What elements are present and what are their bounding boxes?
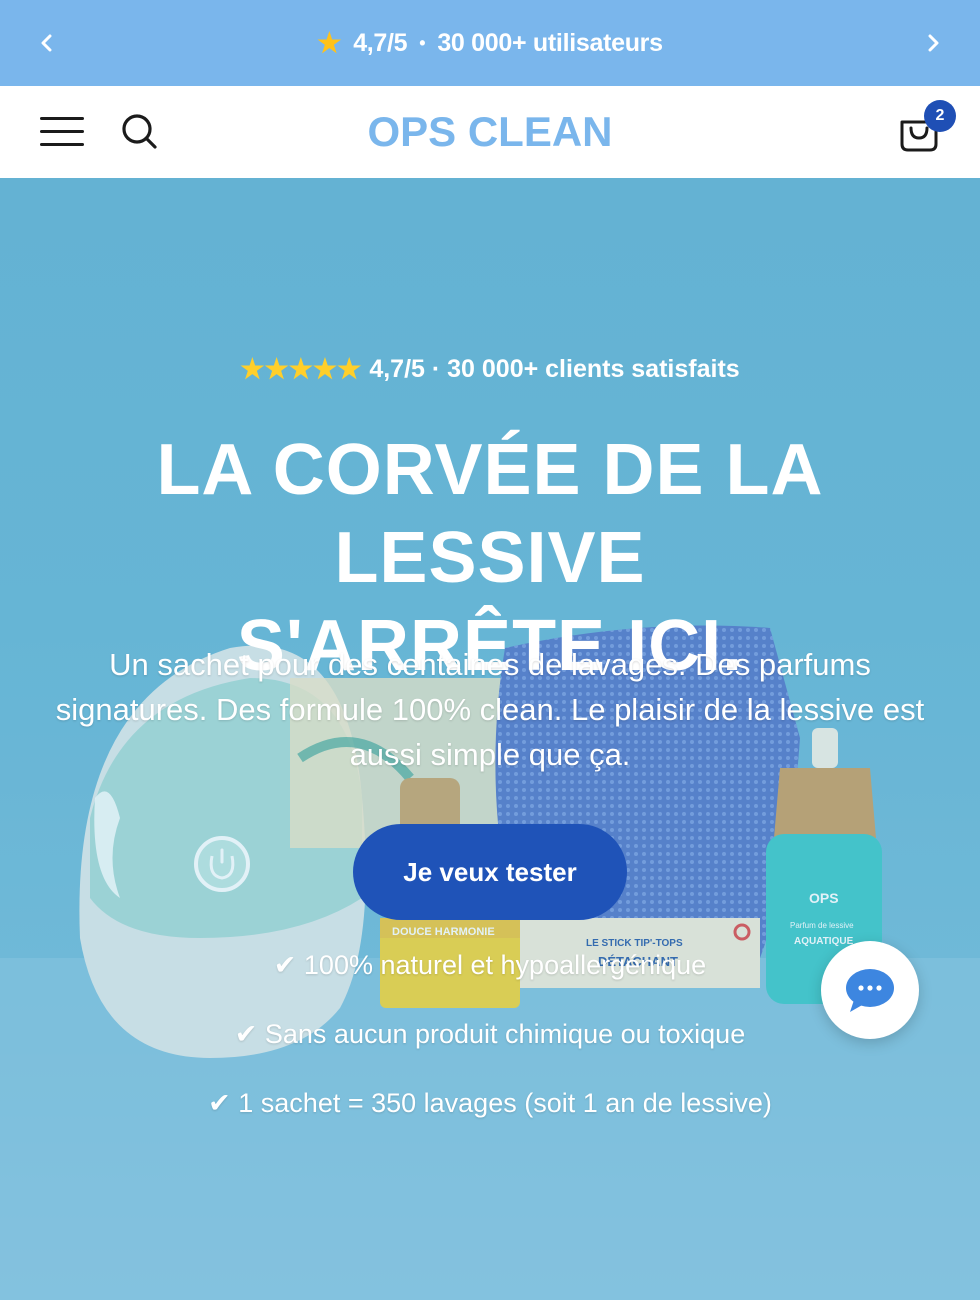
benefit-item: ✔ 1 sachet = 350 lavages (soit 1 an de l… [208, 1088, 772, 1118]
five-stars-icon: ★★★★★ [240, 354, 362, 384]
site-header: OPS CLEAN [0, 86, 980, 178]
hero-section: DOUCE HARMONIE LE STICK TIP'-TOPS DÉTACH… [0, 178, 980, 1300]
hero-rating-text: 4,7/5 · 30 000+ clients satisfaits [369, 355, 740, 383]
announcement-users: 30 000+ utilisateurs [437, 28, 663, 57]
hero-subtext: Un sachet pour des centaines de lavages.… [55, 647, 925, 772]
announcement-rating: 4,7/5 [353, 28, 408, 57]
chevron-right-icon[interactable] [918, 28, 948, 58]
hero-rating: ★★★★★ 4,7/5 · 30 000+ clients satisfaits [0, 354, 980, 385]
chevron-left-icon[interactable] [32, 28, 62, 58]
star-icon: ★ [317, 27, 342, 58]
cta-button[interactable]: Je veux tester [353, 824, 627, 920]
hero-content: ★★★★★ 4,7/5 · 30 000+ clients satisfaits… [0, 178, 980, 1300]
benefit-item: ✔ Sans aucun produit chimique ou toxique [234, 1019, 746, 1049]
announcement-bar: ★ 4,7/5 • 30 000+ utilisateurs [0, 0, 980, 86]
cart-count-badge: 2 [924, 100, 956, 132]
site-logo[interactable]: OPS CLEAN [340, 106, 640, 158]
chat-bubble-icon[interactable] [821, 941, 919, 1039]
hamburger-menu-icon[interactable] [40, 115, 84, 149]
announcement-separator: • [419, 32, 426, 53]
search-icon[interactable] [118, 110, 160, 152]
hero-headline-line1: LA CORVÉE DE LA LESSIVE [156, 430, 824, 598]
announcement-message: ★ 4,7/5 • 30 000+ utilisateurs [317, 27, 663, 58]
